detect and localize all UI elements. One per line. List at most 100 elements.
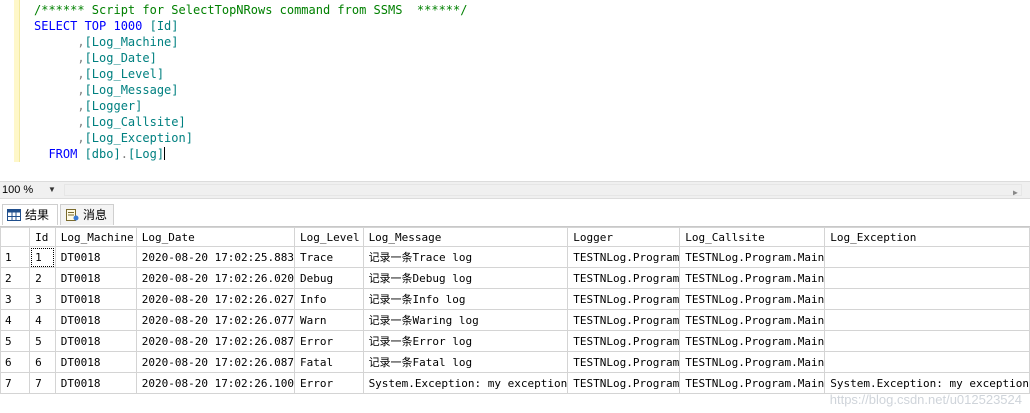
table-cell[interactable] <box>824 330 1030 352</box>
row-number[interactable]: 3 <box>0 288 31 310</box>
table-row[interactable]: 3 3 DT0018 2020-08-20 17:02:26.027 Info 记录一条I… <box>0 288 1030 310</box>
code-line[interactable]: ,[Log_Callsite] <box>34 114 467 130</box>
table-cell[interactable]: Trace <box>294 246 364 268</box>
column-header[interactable]: Log_Level <box>294 227 364 247</box>
table-cell[interactable]: Warn <box>294 309 364 331</box>
column-header[interactable]: Id <box>29 227 56 247</box>
row-number[interactable]: 1 <box>0 246 31 268</box>
code-line[interactable]: FROM [dbo].[Log] <box>34 146 467 162</box>
table-cell[interactable]: 记录一条Debug log <box>362 267 569 289</box>
table-cell[interactable]: 记录一条Fatal log <box>362 351 569 373</box>
table-row[interactable]: 6 6 DT0018 2020-08-20 17:02:26.087 Fatal 记录一条… <box>0 351 1030 373</box>
table-cell[interactable]: DT0018 <box>54 288 137 310</box>
row-number[interactable]: 4 <box>0 309 31 331</box>
row-number[interactable]: 6 <box>0 351 31 373</box>
table-cell[interactable]: Error <box>294 330 364 352</box>
table-cell[interactable]: TESTNLog.Program.Main <box>679 372 826 394</box>
query-editor[interactable]: /****** Script for SelectTopNRows comman… <box>0 0 1030 181</box>
table-cell[interactable]: DT0018 <box>54 330 137 352</box>
table-cell[interactable]: DT0018 <box>54 309 137 331</box>
table-cell[interactable]: 记录一条Info log <box>362 288 569 310</box>
table-cell[interactable]: TESTNLog.Program.Main <box>679 246 826 268</box>
table-row[interactable]: 1 1 DT0018 2020-08-20 17:02:25.883 Trace 记录一条… <box>0 246 1030 268</box>
table-cell[interactable]: TESTNLog.Program <box>567 372 681 394</box>
table-cell[interactable]: TESTNLog.Program.Main <box>679 330 826 352</box>
row-number-header[interactable] <box>0 227 31 247</box>
table-cell[interactable]: Info <box>294 288 364 310</box>
table-cell[interactable]: Error <box>294 372 364 394</box>
query-text[interactable]: /****** Script for SelectTopNRows comman… <box>34 2 467 162</box>
chevron-down-icon[interactable]: ▼ <box>46 183 58 197</box>
table-cell[interactable] <box>824 267 1030 289</box>
table-cell[interactable]: 3 <box>29 288 56 310</box>
tab-messages[interactable]: 消息 <box>60 204 114 225</box>
table-cell[interactable]: 5 <box>29 330 56 352</box>
row-number[interactable]: 7 <box>0 372 31 394</box>
results-grid[interactable]: Id Log_Machine Log_Date Log_Level Log_Messag… <box>0 226 1030 413</box>
table-cell[interactable]: DT0018 <box>54 351 137 373</box>
table-cell[interactable]: 2020-08-20 17:02:26.087 <box>135 330 296 352</box>
table-cell[interactable]: TESTNLog.Program.Main <box>679 351 826 373</box>
table-row[interactable]: 5 5 DT0018 2020-08-20 17:02:26.087 Error 记录一条… <box>0 330 1030 352</box>
column-header[interactable]: Log_Exception <box>824 227 1030 247</box>
code-line[interactable]: ,[Log_Exception] <box>34 130 467 146</box>
zoom-select[interactable]: 100 % ▼ <box>0 182 62 198</box>
row-number[interactable]: 5 <box>0 330 31 352</box>
tab-results[interactable]: 结果 <box>2 204 58 225</box>
table-cell[interactable]: 记录一条Waring log <box>362 309 569 331</box>
code-line[interactable]: ,[Log_Machine] <box>34 34 467 50</box>
column-header[interactable]: Log_Machine <box>54 227 137 247</box>
table-cell[interactable]: TESTNLog.Program <box>567 288 681 310</box>
grid-icon <box>7 209 21 221</box>
column-header[interactable]: Log_Message <box>362 227 569 247</box>
table-cell[interactable]: TESTNLog.Program.Main <box>679 267 826 289</box>
scroll-right-icon[interactable]: ▶ <box>1013 187 1021 199</box>
table-cell[interactable]: TESTNLog.Program <box>567 309 681 331</box>
table-cell[interactable]: 7 <box>29 372 56 394</box>
table-cell[interactable]: 1 <box>29 246 56 268</box>
code-line[interactable]: /****** Script for SelectTopNRows comman… <box>34 2 467 18</box>
table-cell[interactable]: System.Exception: my exception <box>362 372 569 394</box>
table-cell[interactable]: 记录一条Error log <box>362 330 569 352</box>
table-cell[interactable]: Debug <box>294 267 364 289</box>
table-row[interactable]: 7 7 DT0018 2020-08-20 17:02:26.100 Error Syst… <box>0 372 1030 394</box>
table-cell[interactable]: TESTNLog.Program <box>567 267 681 289</box>
table-cell[interactable]: 2 <box>29 267 56 289</box>
table-cell[interactable]: TESTNLog.Program.Main <box>679 288 826 310</box>
table-cell[interactable]: 2020-08-20 17:02:26.100 <box>135 372 296 394</box>
column-header[interactable]: Log_Date <box>135 227 296 247</box>
table-cell[interactable] <box>824 309 1030 331</box>
code-line[interactable]: ,[Log_Message] <box>34 82 467 98</box>
table-cell[interactable]: 2020-08-20 17:02:26.087 <box>135 351 296 373</box>
table-cell[interactable]: TESTNLog.Program <box>567 330 681 352</box>
table-cell[interactable] <box>824 351 1030 373</box>
table-row[interactable]: 4 4 DT0018 2020-08-20 17:02:26.077 Warn 记录一条W… <box>0 309 1030 331</box>
results-table[interactable]: Id Log_Machine Log_Date Log_Level Log_Messag… <box>0 227 1030 394</box>
table-cell[interactable]: 4 <box>29 309 56 331</box>
table-cell[interactable] <box>824 288 1030 310</box>
horizontal-scrollbar[interactable]: ▶ <box>64 184 1022 199</box>
table-cell[interactable]: DT0018 <box>54 246 137 268</box>
table-cell[interactable]: Fatal <box>294 351 364 373</box>
column-header[interactable]: Logger <box>567 227 681 247</box>
table-row[interactable]: 2 2 DT0018 2020-08-20 17:02:26.020 Debug 记录一条… <box>0 267 1030 289</box>
table-cell[interactable]: DT0018 <box>54 372 137 394</box>
code-line[interactable]: SELECT TOP 1000 [Id] <box>34 18 467 34</box>
column-header[interactable]: Log_Callsite <box>679 227 826 247</box>
table-cell[interactable]: 2020-08-20 17:02:26.027 <box>135 288 296 310</box>
table-cell[interactable]: TESTNLog.Program.Main <box>679 309 826 331</box>
table-cell[interactable]: DT0018 <box>54 267 137 289</box>
table-cell[interactable]: 2020-08-20 17:02:26.077 <box>135 309 296 331</box>
table-cell[interactable]: 2020-08-20 17:02:26.020 <box>135 267 296 289</box>
table-cell[interactable]: TESTNLog.Program <box>567 351 681 373</box>
code-line[interactable]: ,[Log_Level] <box>34 66 467 82</box>
table-cell[interactable]: TESTNLog.Program <box>567 246 681 268</box>
table-cell[interactable]: 6 <box>29 351 56 373</box>
table-cell[interactable]: 2020-08-20 17:02:25.883 <box>135 246 296 268</box>
table-cell[interactable]: System.Exception: my exception <box>824 372 1030 394</box>
row-number[interactable]: 2 <box>0 267 31 289</box>
table-cell[interactable]: 记录一条Trace log <box>362 246 569 268</box>
code-line[interactable]: ,[Logger] <box>34 98 467 114</box>
code-line[interactable]: ,[Log_Date] <box>34 50 467 66</box>
table-cell[interactable] <box>824 246 1030 268</box>
